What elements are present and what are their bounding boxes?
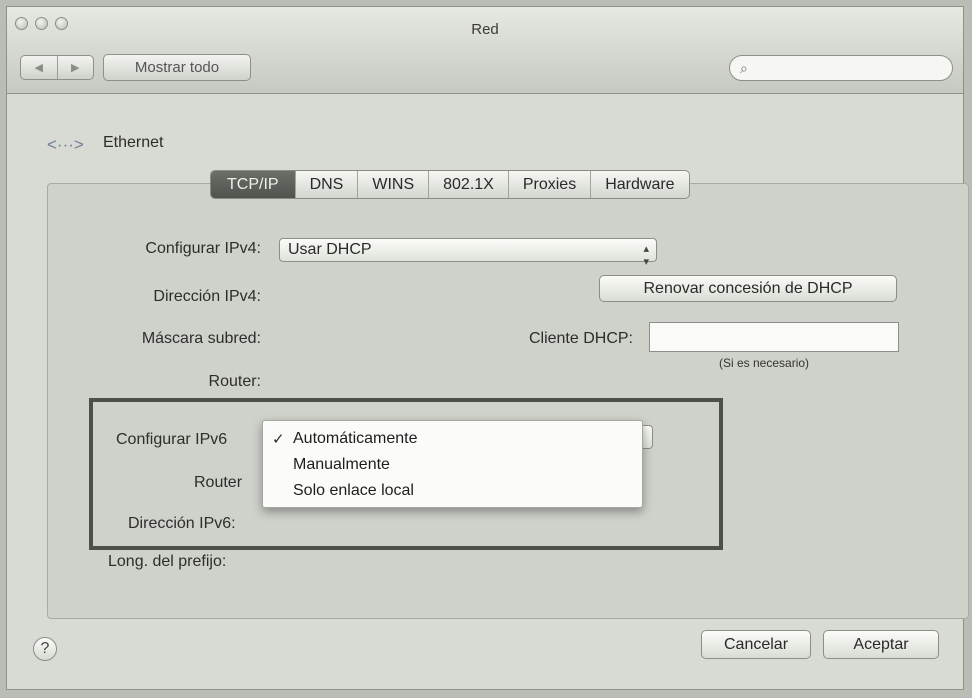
router-ipv6-label: Router — [194, 474, 243, 491]
dhcp-client-hint: (Si es necesario) — [719, 356, 810, 370]
configure-ipv4-select[interactable]: Usar DHCP ▴ ▾ — [279, 238, 657, 268]
network-arrows-icon: <···> — [47, 135, 84, 154]
tab-8021x[interactable]: 802.1X — [428, 171, 508, 198]
search-input[interactable]: ⌕ — [729, 55, 953, 81]
help-button[interactable]: ? — [33, 637, 57, 661]
prefix-length-label: Long. del prefijo: — [108, 553, 227, 570]
tab-bar: TCP/IP DNS WINS 802.1X Proxies Hardware — [210, 170, 690, 199]
ok-button[interactable]: Aceptar — [823, 630, 939, 659]
show-all-button[interactable]: Mostrar todo — [103, 54, 251, 81]
checkmark-icon: ✓ — [272, 431, 285, 448]
menu-item-manually[interactable]: Manualmente — [293, 456, 390, 474]
ipv6-config-dropdown-menu: ✓ Automáticamente Manualmente Solo enlac… — [262, 420, 643, 508]
tab-dns[interactable]: DNS — [294, 171, 358, 198]
tab-proxies[interactable]: Proxies — [507, 171, 590, 198]
menu-item-link-local-only[interactable]: Solo enlace local — [293, 482, 414, 500]
configure-ipv4-label: Configurar IPv4: — [145, 240, 261, 257]
forward-icon[interactable]: ▶ — [56, 56, 94, 79]
ipv4-address-label: Dirección IPv4: — [153, 288, 261, 305]
configure-ipv6-label: Configurar IPv6 — [116, 431, 228, 448]
tab-wins[interactable]: WINS — [357, 171, 428, 198]
renew-dhcp-button[interactable]: Renovar concesión de DHCP — [599, 275, 897, 302]
search-icon: ⌕ — [740, 60, 748, 76]
ipv6-address-label: Dirección IPv6: — [128, 515, 236, 532]
subnet-mask-label: Máscara subred: — [141, 330, 261, 347]
back-forward-control: ◀ ▶ — [20, 55, 94, 80]
cancel-button[interactable]: Cancelar — [701, 630, 811, 659]
menu-item-automatically[interactable]: Automáticamente — [293, 430, 418, 448]
configure-ipv4-value: Usar DHCP — [288, 241, 372, 258]
network-window: Red ◀ ▶ Mostrar todo ⌕ <···> Ethernet TC… — [6, 6, 969, 690]
tab-tcpip[interactable]: TCP/IP — [211, 171, 295, 198]
window-title: Red — [471, 21, 499, 38]
updown-arrows-icon: ▴ ▾ — [643, 243, 649, 268]
router-ipv4-label: Router: — [208, 373, 261, 390]
dhcp-client-label: Cliente DHCP: — [528, 330, 633, 347]
title-bar: Red ◀ ▶ Mostrar todo ⌕ — [7, 7, 963, 94]
back-icon[interactable]: ◀ — [21, 56, 57, 79]
service-name: Ethernet — [103, 134, 164, 151]
dhcp-client-input[interactable] — [649, 322, 899, 352]
tab-hardware[interactable]: Hardware — [590, 171, 688, 198]
